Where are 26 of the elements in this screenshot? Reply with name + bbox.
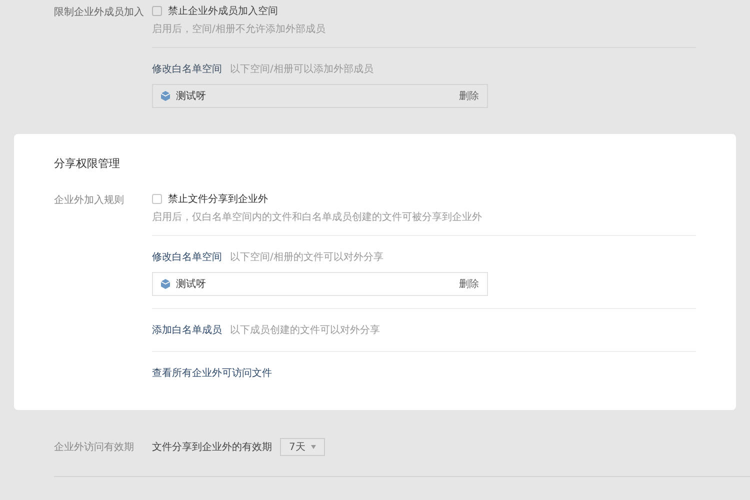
duration-select[interactable]: 7天 — [280, 438, 326, 456]
checkbox-hint: 启用后，空间/相册不允许添加外部成员 — [152, 22, 326, 37]
checkbox[interactable] — [152, 6, 162, 16]
checkbox-label: 禁止文件分享到企业外 — [168, 192, 268, 206]
checkbox-label: 禁止企业外成员加入空间 — [168, 4, 278, 18]
add-member-link[interactable]: 添加白名单成员 — [152, 323, 222, 338]
delete-button[interactable]: 删除 — [459, 276, 479, 292]
cube-icon — [161, 91, 170, 101]
space-name: 测试呀 — [176, 278, 206, 292]
validity-label: 文件分享到企业外的有效期 — [152, 440, 272, 454]
checkbox-hint: 启用后，仅白名单空间内的文件和白名单成员创建的文件可被分享到企业外 — [152, 210, 483, 225]
member-hint: 以下成员创建的文件可以对外分享 — [230, 324, 380, 338]
view-files-link[interactable]: 查看所有企业外可访问文件 — [152, 366, 272, 381]
setting-label: 企业外加入规则 — [54, 194, 125, 207]
space-name: 测试呀 — [176, 90, 206, 104]
section-title: 分享权限管理 — [54, 156, 121, 172]
setting-label: 企业外访问有效期 — [54, 440, 135, 454]
cube-icon — [161, 279, 170, 289]
checkbox[interactable] — [152, 194, 162, 204]
caret-icon — [311, 445, 316, 449]
delete-button[interactable]: 删除 — [459, 88, 479, 104]
edit-whitelist-link[interactable]: 修改白名单空间 — [152, 62, 222, 77]
setting-label: 限制企业外成员加入 — [54, 6, 145, 19]
edit-whitelist-link[interactable]: 修改白名单空间 — [152, 250, 222, 265]
whitelist-hint: 以下空间/相册的文件可以对外分享 — [230, 250, 384, 265]
whitelist-hint: 以下空间/相册可以添加外部成员 — [230, 62, 374, 77]
